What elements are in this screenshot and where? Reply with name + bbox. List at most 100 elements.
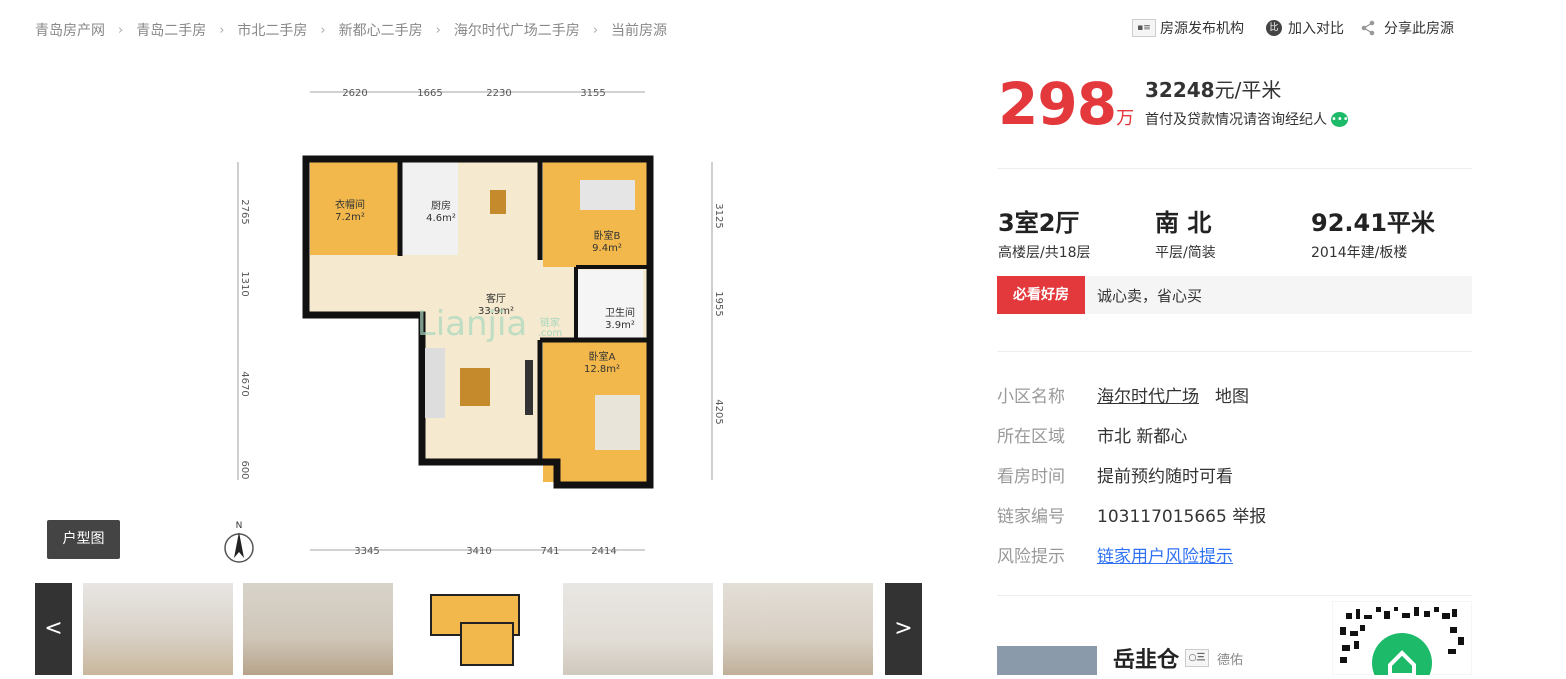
risk-link[interactable]: 链家用户风险提示 [1097,542,1233,567]
thumb-bedroom[interactable] [243,583,393,675]
room-area: 3.9m² [605,320,635,331]
dim-left: 600 [239,460,250,479]
price-value: 298 [998,70,1117,138]
gallery-next-button[interactable]: > [885,583,922,675]
thumb-kitchen[interactable] [723,583,873,675]
dim-bottom: 3410 [466,546,491,557]
breadcrumb-item[interactable]: 市北二手房 [237,20,307,40]
agent-company: 德佑 [1217,652,1244,668]
agent-name[interactable]: 岳韭仓 [1113,642,1179,674]
highlight-label: 必看好房 [997,276,1085,314]
highlight-bar: 必看好房 诚心卖，省心买 [997,276,1472,314]
thumb-bedroom-2[interactable] [563,583,713,675]
detail-value: 提前预约随时可看 [1097,467,1233,487]
summary-sub: 高楼层/共18层 [998,245,1091,261]
breadcrumb: 青岛房产网 › 青岛二手房 › 市北二手房 › 新都心二手房 › 海尔时代广场二手房 › … [35,20,667,40]
chat-icon: ••• [1331,111,1349,127]
divider [997,168,1472,169]
room-label: 卧室A [589,350,616,363]
unit-price-unit: 元/平米 [1214,78,1282,102]
chevron-right-icon: › [320,22,326,38]
dim-top: 2620 [342,88,367,99]
price-unit: 万 [1116,108,1135,129]
map-link[interactable]: 地图 [1215,387,1249,407]
gallery-prev-button[interactable]: < [35,583,72,675]
agent-info: 岳韭仓 ○三 德佑 [1113,642,1243,674]
dim-top: 2230 [486,88,511,99]
breadcrumb-item[interactable]: 青岛二手房 [136,20,206,40]
compare-icon: 比 [1266,20,1282,36]
qr-code [1331,600,1473,679]
detail-risk: 风险提示 链家用户风险提示 [997,542,1233,567]
total-price: 298万 [998,70,1134,138]
consult-tip[interactable]: 首付及贷款情况请咨询经纪人 ••• [1145,109,1349,129]
dim-right: 1955 [713,291,724,316]
dim-left: 4670 [239,371,250,396]
chevron-right-icon: › [435,22,441,38]
room-label: 衣帽间 [335,198,365,211]
photo-gallery: < > [35,583,923,675]
summary-main: 92.41平米 [1311,209,1435,237]
detail-value: 市北 新都心 [1097,427,1188,447]
breadcrumb-item[interactable]: 青岛房产网 [35,20,105,40]
agent-badge-icon: ○三 [1185,649,1210,667]
detail-id: 链家编号 103117015665 举报 [997,502,1266,527]
dim-bottom: 3345 [354,546,379,557]
detail-key: 链家编号 [997,507,1065,527]
listing-id: 103117015665 [1097,507,1227,527]
detail-key: 小区名称 [997,387,1065,407]
dim-bottom: 741 [540,546,559,557]
room-label: 厨房 [431,199,451,212]
detail-area: 所在区域 市北 新都心 [997,422,1187,447]
agent-avatar[interactable] [997,646,1097,675]
divider [997,351,1472,352]
breadcrumb-item[interactable]: 新都心二手房 [339,20,423,40]
summary-sub: 平层/简装 [1155,245,1216,261]
breadcrumb-item[interactable]: 海尔时代广场二手房 [454,20,580,40]
dim-left: 1310 [239,271,250,296]
detail-key: 风险提示 [997,547,1065,567]
dim-left: 2765 [239,199,250,224]
share-label: 分享此房源 [1384,21,1454,37]
chevron-right-icon: › [118,22,124,38]
community-link[interactable]: 海尔时代广场 [1097,387,1199,407]
share-button[interactable]: 分享此房源 [1360,18,1454,38]
summary-rooms: 3室2厅 高楼层/共18层 [998,203,1091,262]
summary-main: 3室2厅 [998,209,1080,237]
watermark-logo: Lianjia [417,304,528,344]
detail-key: 看房时间 [997,467,1065,487]
floorplan-image[interactable]: 2620 1665 2230 3155 3345 3410 741 2414 2… [200,70,740,570]
dim-right: 3125 [713,203,724,228]
summary-orientation: 南 北 平层/简装 [1155,203,1216,262]
highlight-text: 诚心卖，省心买 [1097,286,1203,305]
summary-main: 南 北 [1155,209,1212,237]
share-icon [1361,20,1375,36]
compare-button[interactable]: 比 加入对比 [1266,18,1344,38]
room-area: 12.8m² [584,364,620,375]
consult-text: 首付及贷款情况请咨询经纪人 [1145,112,1327,128]
chevron-right-icon: › [219,22,225,38]
room-label: 卧室B [594,229,621,242]
unit-price-value: 32248 [1145,78,1215,102]
watermark-suffix: .com [538,328,563,339]
unit-price: 32248元/平米 [1145,74,1281,103]
svg-text:N: N [236,521,243,531]
compass-icon: N [224,521,254,563]
thumb-living-room[interactable] [83,583,233,675]
report-link[interactable]: 举报 [1232,507,1266,527]
floorplan-thumb-icon [430,594,520,666]
detail-visit: 看房时间 提前预约随时可看 [997,462,1233,487]
room-area: 9.4m² [592,243,622,254]
divider [997,595,1472,596]
room-label: 卫生间 [605,306,635,319]
summary-area: 92.41平米 2014年建/板楼 [1311,203,1435,262]
compare-label: 加入对比 [1288,21,1344,37]
dim-bottom: 2414 [591,546,616,557]
room-area: 4.6m² [426,213,456,224]
floorplan-tag[interactable]: 户型图 [47,520,120,559]
breadcrumb-current: 当前房源 [611,23,668,39]
publisher-button[interactable]: ▪≡ 房源发布机构 [1132,18,1244,38]
thumb-floorplan[interactable] [403,583,553,675]
detail-community: 小区名称 海尔时代广场 地图 [997,382,1249,407]
summary-sub: 2014年建/板楼 [1311,245,1408,261]
